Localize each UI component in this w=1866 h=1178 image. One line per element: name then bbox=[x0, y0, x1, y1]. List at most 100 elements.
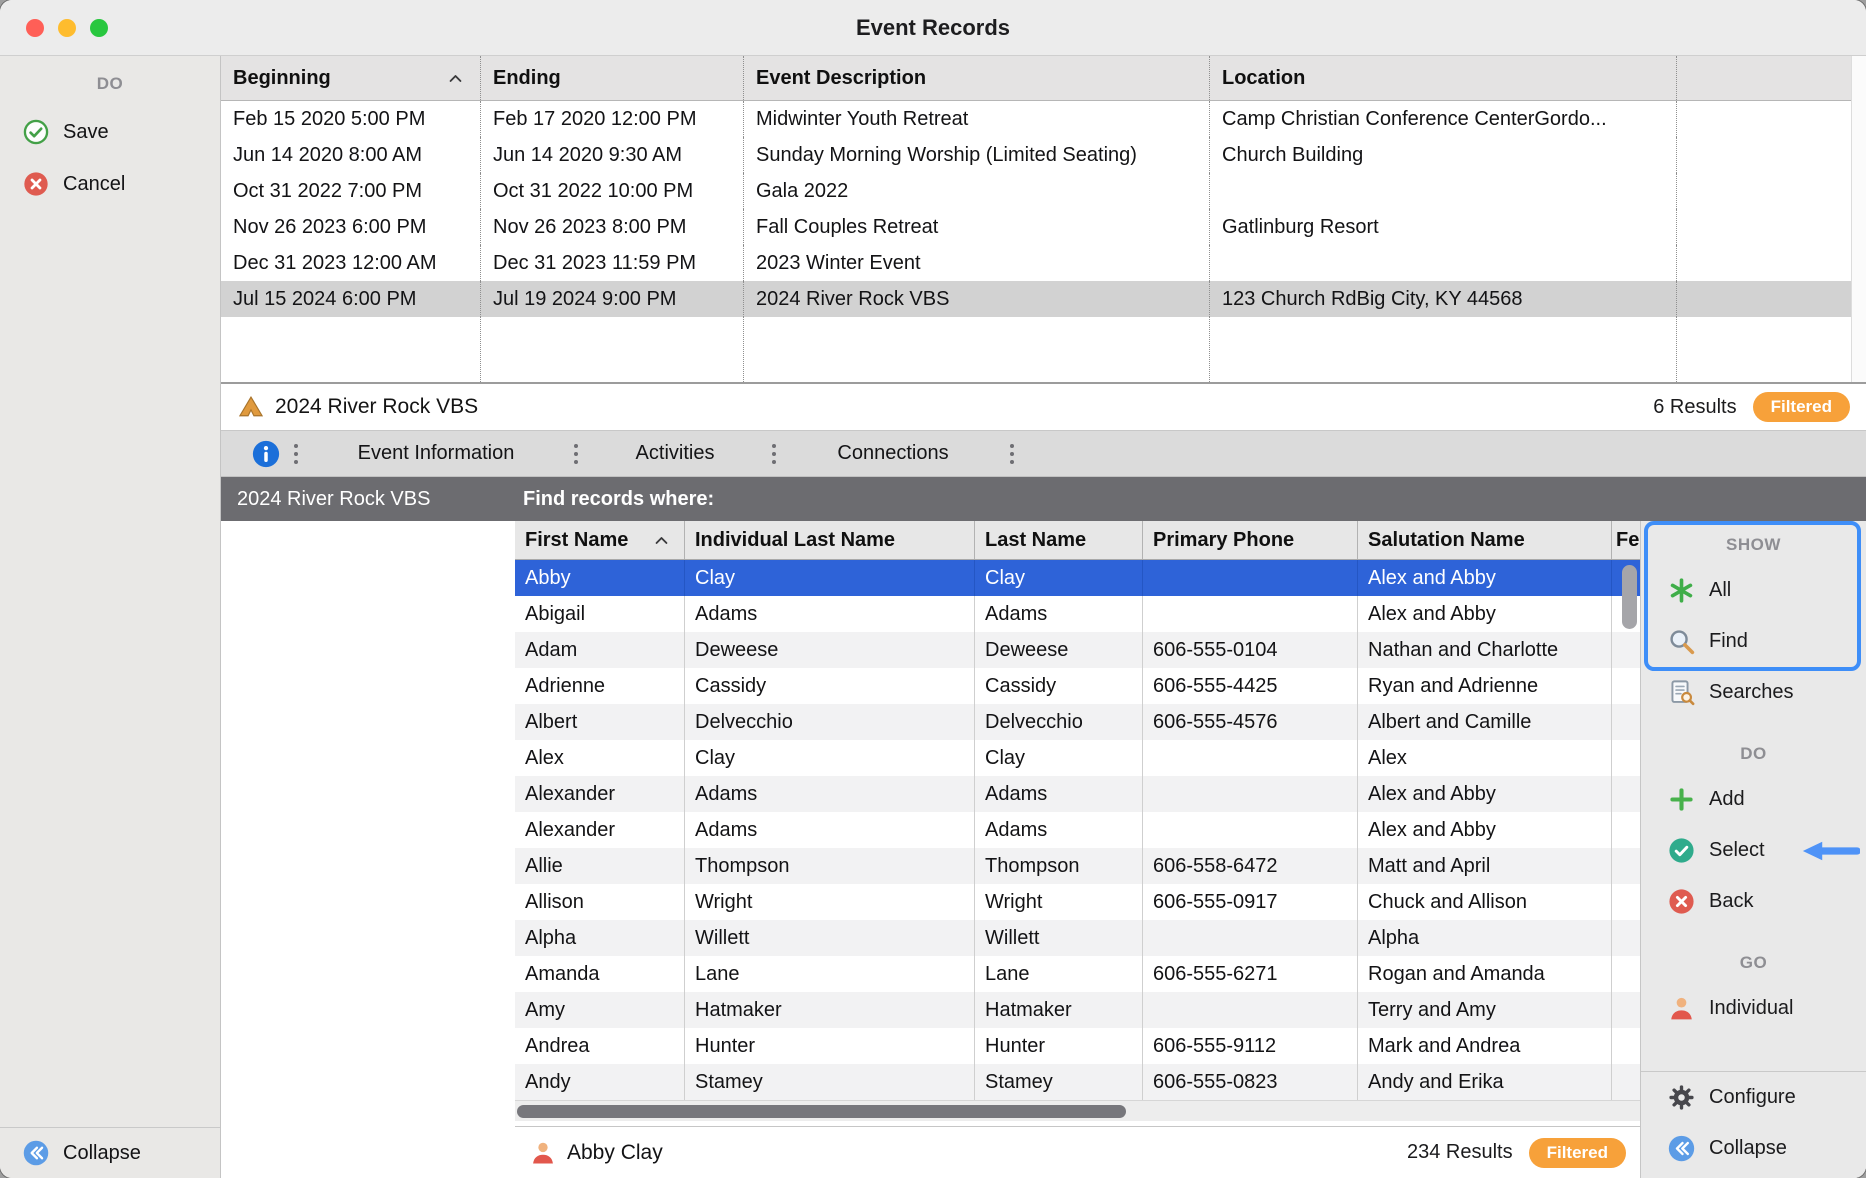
people-cell: Thompson bbox=[685, 848, 975, 884]
event-cell: Feb 15 2020 5:00 PM bbox=[221, 101, 481, 137]
people-column-header[interactable]: Primary Phone bbox=[1143, 521, 1358, 559]
people-row[interactable]: AlphaWillettWillettAlpha bbox=[515, 920, 1640, 956]
sidebar-collapse-button[interactable]: Collapse bbox=[0, 1130, 220, 1176]
cancel-button[interactable]: Cancel bbox=[0, 158, 220, 210]
panel-button-back[interactable]: Back bbox=[1641, 876, 1866, 927]
people-results-count: 234 Results bbox=[1407, 1141, 1513, 1164]
panel-button-label: Select bbox=[1709, 839, 1765, 862]
event-cell: Gala 2022 bbox=[744, 173, 1210, 209]
panel-button-label: Individual bbox=[1709, 997, 1794, 1020]
people-row[interactable]: AndyStameyStamey606-555-0823Andy and Eri… bbox=[515, 1064, 1640, 1100]
check-circle-icon bbox=[1667, 836, 1696, 865]
people-cell bbox=[1612, 776, 1640, 812]
event-row[interactable]: Feb 15 2020 5:00 PMFeb 17 2020 12:00 PMM… bbox=[221, 101, 1866, 137]
people-column-header[interactable]: Last Name bbox=[975, 521, 1143, 559]
panel-button-configure[interactable]: Configure bbox=[1641, 1072, 1866, 1123]
cancel-button-label: Cancel bbox=[63, 173, 125, 196]
event-column-header[interactable]: Location bbox=[1210, 56, 1677, 100]
people-cell: Alex and Abby bbox=[1358, 596, 1612, 632]
event-column-label: Event Description bbox=[756, 67, 926, 90]
event-column-header[interactable]: Event Description bbox=[744, 56, 1210, 100]
window-title: Event Records bbox=[0, 0, 1866, 56]
info-icon[interactable] bbox=[251, 439, 281, 469]
people-column-label: Fe bbox=[1616, 529, 1639, 552]
event-row[interactable]: Nov 26 2023 6:00 PMNov 26 2023 8:00 PMFa… bbox=[221, 209, 1866, 245]
people-row[interactable]: AlbertDelvecchioDelvecchio606-555-4576Al… bbox=[515, 704, 1640, 740]
people-column-label: Last Name bbox=[985, 529, 1086, 552]
minimize-button[interactable] bbox=[58, 19, 76, 37]
people-row[interactable]: AmyHatmakerHatmakerTerry and Amy bbox=[515, 992, 1640, 1028]
people-cell: Matt and April bbox=[1358, 848, 1612, 884]
panel-button-select[interactable]: Select bbox=[1641, 825, 1866, 876]
zoom-button[interactable] bbox=[90, 19, 108, 37]
people-column-label: Individual Last Name bbox=[695, 529, 895, 552]
people-column-header[interactable]: First Name bbox=[515, 521, 685, 559]
event-cell bbox=[1210, 245, 1677, 281]
event-column-header bbox=[1677, 56, 1866, 100]
panel-button-add[interactable]: Add bbox=[1641, 774, 1866, 825]
people-row[interactable]: AlexClayClayAlex bbox=[515, 740, 1640, 776]
tab-separator-dots-icon bbox=[759, 444, 789, 464]
people-cell: Amy bbox=[515, 992, 685, 1028]
people-row[interactable]: AllisonWrightWright606-555-0917Chuck and… bbox=[515, 884, 1640, 920]
tab-event-information[interactable]: Event Information bbox=[311, 431, 561, 476]
people-cell bbox=[1143, 992, 1358, 1028]
sidebar-divider bbox=[0, 1127, 220, 1128]
people-row[interactable]: AlexanderAdamsAdamsAlex and Abby bbox=[515, 776, 1640, 812]
people-column-label: First Name bbox=[525, 529, 628, 552]
people-row[interactable]: AndreaHunterHunter606-555-9112Mark and A… bbox=[515, 1028, 1640, 1064]
people-column-header[interactable]: Fe bbox=[1612, 521, 1640, 559]
people-cell: 606-555-4576 bbox=[1143, 704, 1358, 740]
people-cell: Lane bbox=[975, 956, 1143, 992]
people-column-header[interactable]: Individual Last Name bbox=[685, 521, 975, 559]
people-cell: Nathan and Charlotte bbox=[1358, 632, 1612, 668]
people-column-header[interactable]: Salutation Name bbox=[1358, 521, 1612, 559]
people-row[interactable]: AdamDeweeseDeweese606-555-0104Nathan and… bbox=[515, 632, 1640, 668]
people-cell: Rogan and Amanda bbox=[1358, 956, 1612, 992]
people-cell bbox=[1612, 632, 1640, 668]
people-vertical-scrollbar-thumb[interactable] bbox=[1622, 565, 1637, 629]
event-row[interactable]: Jun 14 2020 8:00 AMJun 14 2020 9:30 AMSu… bbox=[221, 137, 1866, 173]
people-cell: Chuck and Allison bbox=[1358, 884, 1612, 920]
panel-button-collapse[interactable]: Collapse bbox=[1641, 1123, 1866, 1174]
people-horizontal-scrollbar-thumb[interactable] bbox=[517, 1105, 1126, 1118]
event-cell bbox=[1677, 209, 1866, 245]
right-panel: SHOWAllFindSearchesDOAddSelectBackGOIndi… bbox=[1640, 521, 1866, 1178]
event-cell: Jul 15 2024 6:00 PM bbox=[221, 281, 481, 317]
panel-button-find[interactable]: Find bbox=[1641, 616, 1866, 667]
x-circle-icon bbox=[1667, 887, 1696, 916]
people-row[interactable]: AbbyClayClayAlex and Abby bbox=[515, 560, 1640, 596]
panel-button-individual[interactable]: Individual bbox=[1641, 983, 1866, 1034]
close-button[interactable] bbox=[26, 19, 44, 37]
save-button[interactable]: Save bbox=[0, 106, 220, 158]
people-row[interactable]: AdrienneCassidyCassidy606-555-4425Ryan a… bbox=[515, 668, 1640, 704]
panel-button-all[interactable]: All bbox=[1641, 565, 1866, 616]
people-cell: 606-555-6271 bbox=[1143, 956, 1358, 992]
event-list-vertical-scrollbar[interactable] bbox=[1851, 56, 1866, 382]
people-row[interactable]: AlexanderAdamsAdamsAlex and Abby bbox=[515, 812, 1640, 848]
people-cell: Alexander bbox=[515, 776, 685, 812]
panel-button-searches[interactable]: Searches bbox=[1641, 667, 1866, 718]
event-list-table: BeginningEnding Event Description Location… bbox=[221, 56, 1866, 384]
people-cell: Adams bbox=[685, 812, 975, 848]
tab-connections[interactable]: Connections bbox=[789, 431, 997, 476]
event-cell-empty bbox=[1210, 317, 1677, 382]
people-cell: Deweese bbox=[685, 632, 975, 668]
event-column-header[interactable]: Ending bbox=[481, 56, 744, 100]
cancel-x-icon bbox=[22, 170, 50, 198]
people-row[interactable]: AbigailAdamsAdamsAlex and Abby bbox=[515, 596, 1640, 632]
panel-button-label: Find bbox=[1709, 630, 1748, 653]
event-row[interactable]: Oct 31 2022 7:00 PMOct 31 2022 10:00 PMG… bbox=[221, 173, 1866, 209]
event-column-header[interactable]: Beginning bbox=[221, 56, 481, 100]
event-row[interactable]: Jul 15 2024 6:00 PMJul 19 2024 9:00 PM20… bbox=[221, 281, 1866, 317]
people-row[interactable]: AmandaLaneLane606-555-6271Rogan and Aman… bbox=[515, 956, 1640, 992]
event-cell-empty bbox=[1677, 317, 1866, 382]
people-row[interactable]: AllieThompsonThompson606-558-6472Matt an… bbox=[515, 848, 1640, 884]
people-cell: Delvecchio bbox=[685, 704, 975, 740]
find-records-prompt: Find records where: bbox=[523, 477, 714, 521]
people-cell: Hunter bbox=[975, 1028, 1143, 1064]
event-cell bbox=[1677, 245, 1866, 281]
tab-activities[interactable]: Activities bbox=[591, 431, 759, 476]
event-row[interactable]: Dec 31 2023 12:00 AMDec 31 2023 11:59 PM… bbox=[221, 245, 1866, 281]
save-button-label: Save bbox=[63, 121, 109, 144]
